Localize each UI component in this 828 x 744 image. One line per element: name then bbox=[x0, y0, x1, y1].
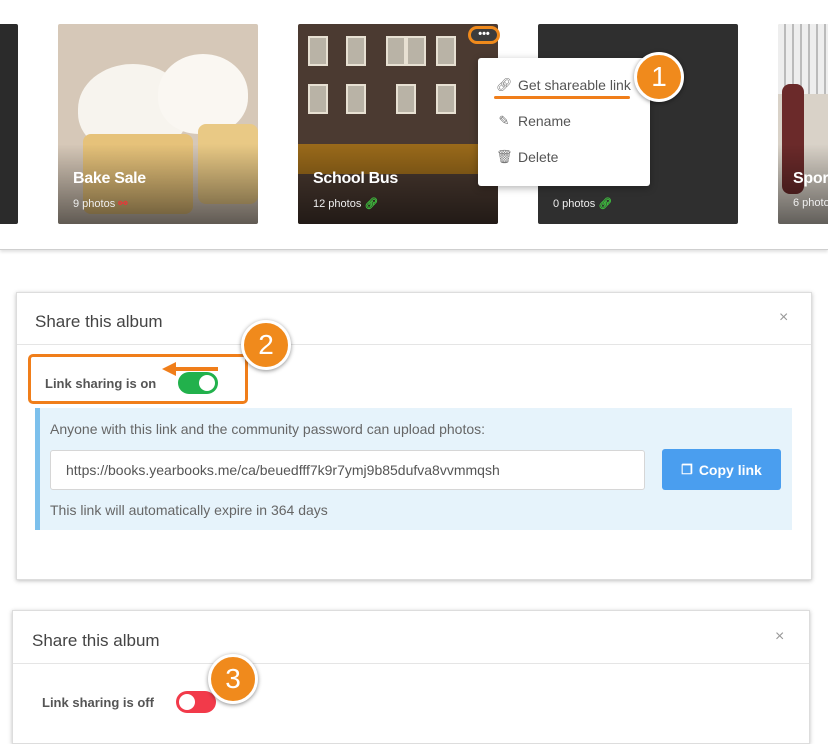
album-photo-count: 12 photos 🔗︎ bbox=[313, 198, 379, 210]
cupcake-image bbox=[158, 54, 248, 134]
menu-item-rename[interactable]: ✎ Rename bbox=[496, 111, 571, 131]
link-icon: 🔗︎ bbox=[364, 198, 379, 210]
share-dialog-off: Share this album × bbox=[12, 610, 810, 744]
album-card-sports[interactable]: Spor 6 photo bbox=[778, 24, 828, 224]
menu-item-label: Get shareable link bbox=[518, 77, 631, 93]
link-expiry-text: This link will automatically expire in 3… bbox=[50, 502, 328, 518]
link-broken-icon: ⚯ bbox=[118, 198, 128, 210]
album-photo-count: 6 photo bbox=[793, 197, 828, 209]
album-name: Spor bbox=[793, 170, 828, 187]
album-strip: Bake Sale 9 photos ⚯ School Bus 12 photos… bbox=[0, 0, 828, 250]
album-context-menu: 🔗︎ Get shareable link ✎ Rename 🗑︎ Delete bbox=[478, 58, 650, 186]
link-sharing-switch[interactable] bbox=[175, 691, 216, 713]
step-badge-3: 3 bbox=[208, 654, 258, 704]
copy-link-label: Copy link bbox=[698, 461, 762, 478]
album-photo-count: 0 photos 🔗︎ bbox=[553, 198, 613, 210]
dialog-title: Share this album bbox=[32, 631, 160, 650]
album-card-partial[interactable] bbox=[0, 24, 18, 224]
step-badge-2: 2 bbox=[241, 320, 291, 370]
arrow-left-icon bbox=[162, 362, 218, 376]
dialog-title: Share this album bbox=[35, 312, 163, 331]
menu-item-delete[interactable]: 🗑︎ Delete bbox=[496, 147, 558, 167]
link-sharing-toggle-row: Link sharing is off bbox=[42, 691, 216, 713]
album-name: Bake Sale bbox=[73, 170, 146, 187]
album-card-school-bus[interactable]: School Bus 12 photos 🔗︎ bbox=[298, 24, 498, 224]
link-icon: 🔗︎ bbox=[598, 198, 613, 210]
album-name: School Bus bbox=[313, 170, 399, 187]
close-icon[interactable]: × bbox=[775, 628, 784, 646]
trash-icon: 🗑︎ bbox=[496, 149, 513, 164]
edit-icon: ✎ bbox=[498, 113, 510, 128]
link-icon: 🔗︎ bbox=[496, 77, 513, 92]
menu-item-label: Delete bbox=[518, 149, 559, 165]
toggle-label: Link sharing is off bbox=[42, 694, 154, 710]
close-icon[interactable]: × bbox=[779, 309, 788, 327]
album-card-bake-sale[interactable]: Bake Sale 9 photos ⚯ bbox=[58, 24, 258, 224]
menu-item-get-shareable-link[interactable]: 🔗︎ Get shareable link bbox=[496, 75, 631, 95]
share-url-field[interactable] bbox=[50, 450, 645, 490]
tutorial-screenshot: Bake Sale 9 photos ⚯ School Bus 12 photos… bbox=[0, 0, 828, 744]
step-badge-1: 1 bbox=[634, 52, 684, 102]
album-photo-count: 9 photos ⚯ bbox=[73, 198, 128, 210]
copy-icon: ❐ bbox=[681, 461, 693, 477]
volleyball-net-image bbox=[778, 24, 828, 94]
menu-item-label: Rename bbox=[518, 113, 571, 129]
highlight-underline bbox=[494, 96, 630, 99]
copy-link-button[interactable]: ❐ Copy link bbox=[662, 449, 781, 490]
album-more-button[interactable]: ••• bbox=[468, 26, 500, 44]
share-info-text: Anyone with this link and the community … bbox=[50, 421, 486, 437]
